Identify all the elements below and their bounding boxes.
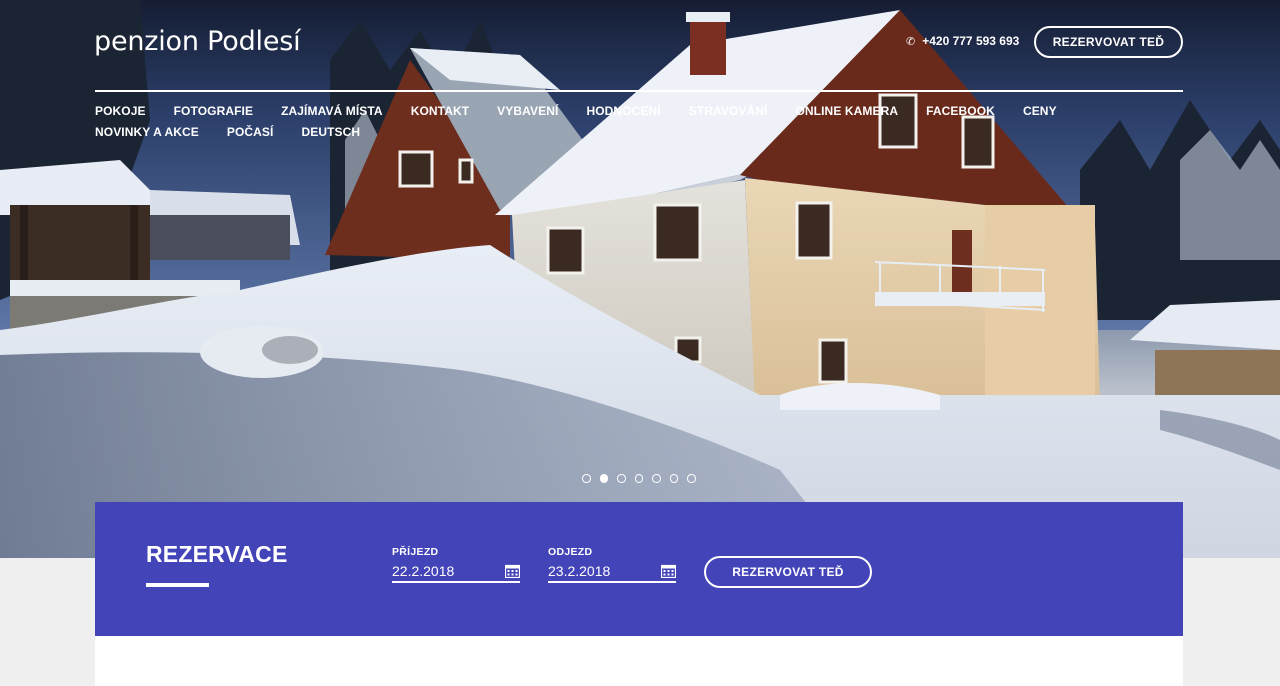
slider-dot[interactable] [687,474,696,483]
departure-field: ODJEZD [548,546,676,583]
calendar-icon[interactable] [505,564,520,578]
arrival-field: PŘÍJEZD [392,546,520,583]
arrival-date-input[interactable] [392,561,497,581]
nav-item-novinky-a-akce[interactable]: NOVINKY A AKCE [95,125,199,139]
nav-item-ceny[interactable]: CENY [1023,104,1057,118]
nav-item-vybaveni[interactable]: VYBAVENÍ [497,104,558,118]
nav-item-facebook[interactable]: FACEBOOK [926,104,995,118]
reservation-title-underline [146,583,209,587]
nav-item-fotografie[interactable]: FOTOGRAFIE [174,104,253,118]
reservation-panel: REZERVACE PŘÍJEZD ODJEZD [95,502,1183,636]
slider-dot[interactable] [669,474,678,483]
slider-dot[interactable] [582,474,591,483]
slider-dot[interactable] [617,474,626,483]
slider-pagination [582,474,696,483]
departure-input-row [548,561,676,583]
header-divider [95,90,1183,92]
reservation-title: REZERVACE [146,541,288,567]
reserve-now-header-button[interactable]: REZERVOVAT TEĎ [1034,26,1183,58]
nav-item-hodnoceni[interactable]: HODNOCENÍ [586,104,660,118]
slider-dot[interactable] [634,474,643,483]
arrival-label: PŘÍJEZD [392,546,439,558]
departure-date-input[interactable] [548,561,653,581]
calendar-icon[interactable] [661,564,676,578]
main-navigation: POKOJE FOTOGRAFIE ZAJÍMAVÁ MÍSTA KONTAKT… [95,104,1185,139]
phone-contact[interactable]: ✆ +420 777 593 693 [906,34,1019,48]
nav-item-pocasi[interactable]: POČASÍ [227,125,274,139]
nav-item-online-kamera[interactable]: ONLINE KAMERA [795,104,898,118]
nav-item-zajimava-mista[interactable]: ZAJÍMAVÁ MÍSTA [281,104,383,118]
content-card [95,636,1183,686]
reserve-now-button[interactable]: REZERVOVAT TEĎ [704,556,872,588]
slider-dot[interactable] [599,474,608,483]
nav-item-kontakt[interactable]: KONTAKT [411,104,469,118]
phone-number: +420 777 593 693 [922,34,1020,48]
nav-item-deutsch[interactable]: DEUTSCH [301,125,360,139]
phone-icon: ✆ [906,35,916,48]
nav-item-pokoje[interactable]: POKOJE [95,104,146,118]
arrival-input-row [392,561,520,583]
slider-dot[interactable] [652,474,661,483]
hero-slider: penzion Podlesí ✆ +420 777 593 693 REZER… [0,0,1280,558]
departure-label: ODJEZD [548,546,593,558]
site-logo[interactable]: penzion Podlesí [94,26,301,57]
nav-item-stravovani[interactable]: STRAVOVÁNÍ [689,104,768,118]
